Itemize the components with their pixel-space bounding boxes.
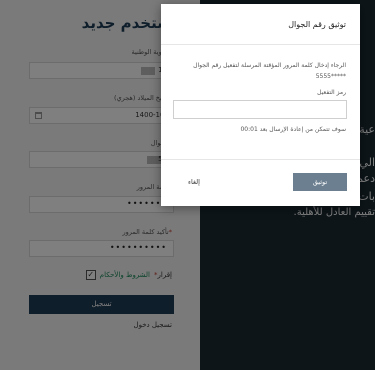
resend-countdown: سوف تتمكن من إعادة الإرسال بعد 00:01 (240, 126, 346, 133)
divider (161, 44, 360, 45)
mobile-verification-dialog: توثيق رقم الجوال الرجاء إدخال كلمة المرو… (161, 4, 360, 206)
dialog-message: الرجاء إدخال كلمة المرور المؤقتة المرسلة… (193, 62, 346, 80)
activation-code-input[interactable] (173, 100, 347, 119)
cancel-button[interactable]: إلغاء (188, 178, 200, 186)
verify-button[interactable]: توثيق (293, 173, 347, 191)
dialog-title: توثيق رقم الجوال (288, 20, 346, 29)
activation-code-label: رمز التفعيل (317, 89, 346, 96)
divider (161, 159, 360, 160)
